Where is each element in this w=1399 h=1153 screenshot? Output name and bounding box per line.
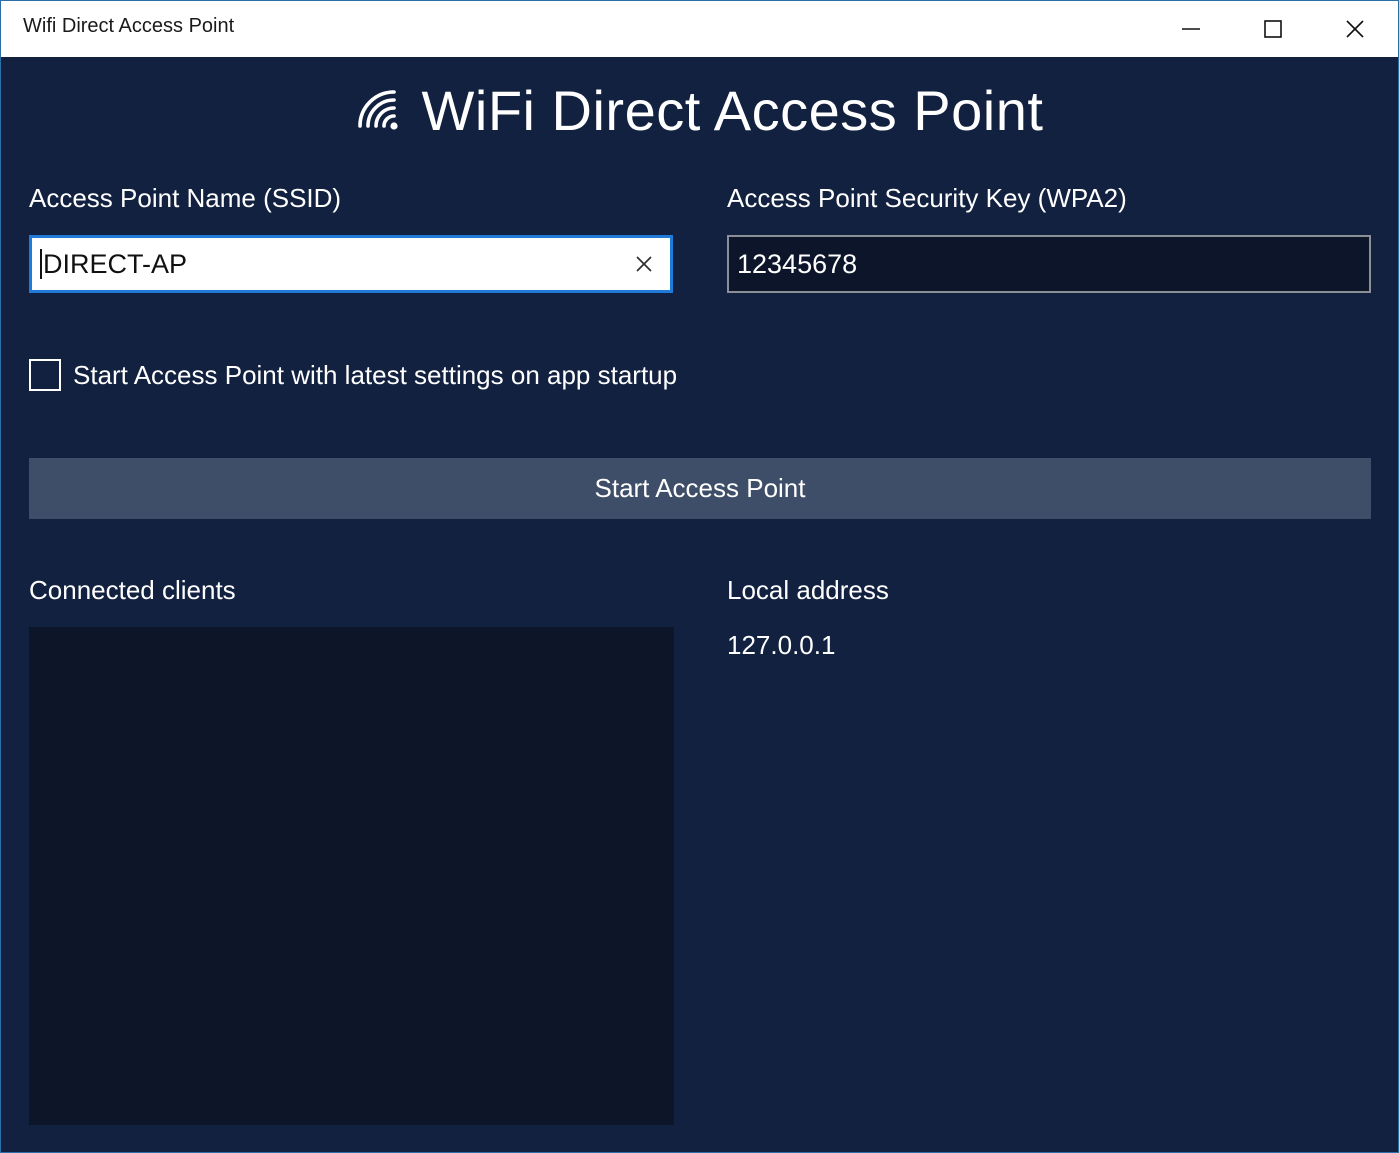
main-content: WiFi Direct Access Point Access Point Na… [1, 57, 1398, 1152]
ssid-value: DIRECT-AP [43, 248, 188, 279]
security-key-label: Access Point Security Key (WPA2) [727, 183, 1127, 213]
start-access-point-button[interactable]: Start Access Point [29, 458, 1371, 519]
connected-clients-label: Connected clients [29, 575, 236, 605]
wifi-icon [357, 90, 398, 130]
maximize-button[interactable] [1232, 1, 1314, 57]
app-header: WiFi Direct Access Point [1, 75, 1398, 145]
app-title: WiFi Direct Access Point [421, 78, 1044, 142]
local-address-value: 127.0.0.1 [727, 630, 836, 660]
clear-icon [636, 256, 652, 272]
local-address-label: Local address [727, 575, 889, 605]
minimize-button[interactable] [1150, 1, 1232, 57]
startup-checkbox[interactable] [29, 359, 61, 391]
text-caret [40, 249, 42, 279]
security-key-input[interactable]: 12345678 [727, 235, 1371, 293]
clear-ssid-button[interactable] [630, 250, 658, 278]
minimize-icon [1182, 28, 1200, 30]
startup-checkbox-label[interactable]: Start Access Point with latest settings … [73, 360, 677, 391]
app-window: Wifi Direct Access Point WiFi Direct Acc… [0, 0, 1399, 1153]
close-icon [1346, 20, 1364, 38]
ssid-label: Access Point Name (SSID) [29, 183, 342, 213]
title-bar[interactable]: Wifi Direct Access Point [1, 1, 1398, 57]
window-title: Wifi Direct Access Point [23, 15, 235, 37]
startup-checkbox-row[interactable]: Start Access Point with latest settings … [29, 356, 677, 394]
ssid-input[interactable]: DIRECT-AP [29, 235, 673, 293]
connected-clients-list[interactable] [29, 627, 674, 1125]
close-button[interactable] [1314, 1, 1396, 57]
maximize-icon [1264, 20, 1282, 38]
security-key-value: 12345678 [737, 248, 858, 279]
